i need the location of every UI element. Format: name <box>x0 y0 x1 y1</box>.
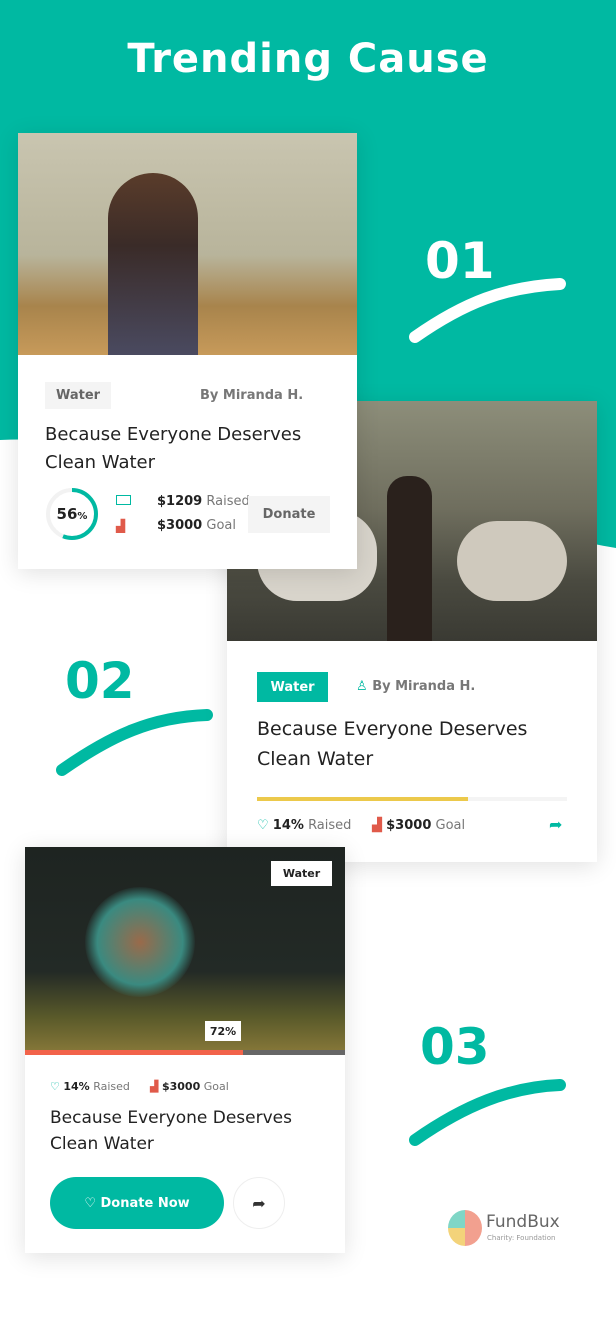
raised-amount: ♡ 14% Raised <box>50 1080 130 1093</box>
author[interactable]: By Miranda H. <box>200 388 303 403</box>
logo-tagline: Charity: Foundation <box>487 1234 556 1242</box>
goal-amount: ▟ $3000 Goal <box>372 818 466 833</box>
logo-name: FundBux <box>486 1212 560 1232</box>
cause-title[interactable]: Because Everyone Deserves Clean Water <box>45 421 301 477</box>
author[interactable]: ♙ By Miranda H. <box>356 679 475 694</box>
raised-amount: $1209 Raised <box>157 494 250 509</box>
heart-icon: ♡ <box>50 1080 60 1093</box>
progress-fill <box>257 797 468 801</box>
cause-title[interactable]: Because Everyone Deserves Clean Water <box>50 1105 292 1157</box>
progress-percent: 56% <box>56 505 88 523</box>
share-icon[interactable]: ➦ <box>549 815 562 834</box>
raised-amount: ♡ 14% Raised <box>257 818 352 833</box>
heart-icon: ♡ <box>84 1195 101 1211</box>
cause-image <box>18 133 357 355</box>
progress-label: 72% <box>205 1021 241 1041</box>
user-icon: ♙ <box>356 679 368 694</box>
chart-icon: ▟ <box>372 818 382 833</box>
cause-title[interactable]: Because Everyone Deserves Clean Water <box>257 714 527 774</box>
step-number-03: 03 <box>420 1018 490 1076</box>
money-icon <box>116 495 131 505</box>
heart-icon: ♡ <box>257 818 269 833</box>
progress-bar <box>25 1050 345 1055</box>
donate-now-button[interactable]: ♡ Donate Now <box>50 1177 224 1229</box>
cause-card-3: Water 72% ♡ 14% Raised ▟ $3000 Goal Beca… <box>25 847 345 1253</box>
step-number-02: 02 <box>65 652 135 710</box>
chart-icon: ▟ <box>116 519 126 533</box>
category-tag[interactable]: Water <box>45 382 111 409</box>
progress-fill <box>25 1050 243 1055</box>
category-tag[interactable]: Water <box>271 861 332 886</box>
page-title: Trending Cause <box>127 36 489 82</box>
swoosh-decoration <box>56 709 213 776</box>
cause-card-1: Water By Miranda H. Because Everyone Des… <box>18 133 357 569</box>
logo-mark <box>448 1210 482 1246</box>
chart-icon: ▟ <box>150 1080 159 1093</box>
goal-amount: $3000 Goal <box>157 518 236 533</box>
swoosh-decoration <box>409 278 566 343</box>
share-icon: ➦ <box>252 1193 266 1213</box>
share-button[interactable]: ➦ <box>233 1177 285 1229</box>
donate-button[interactable]: Donate <box>248 496 330 533</box>
category-tag[interactable]: Water <box>257 672 328 702</box>
progress-bar <box>257 797 567 801</box>
goal-amount: ▟ $3000 Goal <box>150 1080 229 1093</box>
swoosh-decoration <box>409 1079 566 1146</box>
